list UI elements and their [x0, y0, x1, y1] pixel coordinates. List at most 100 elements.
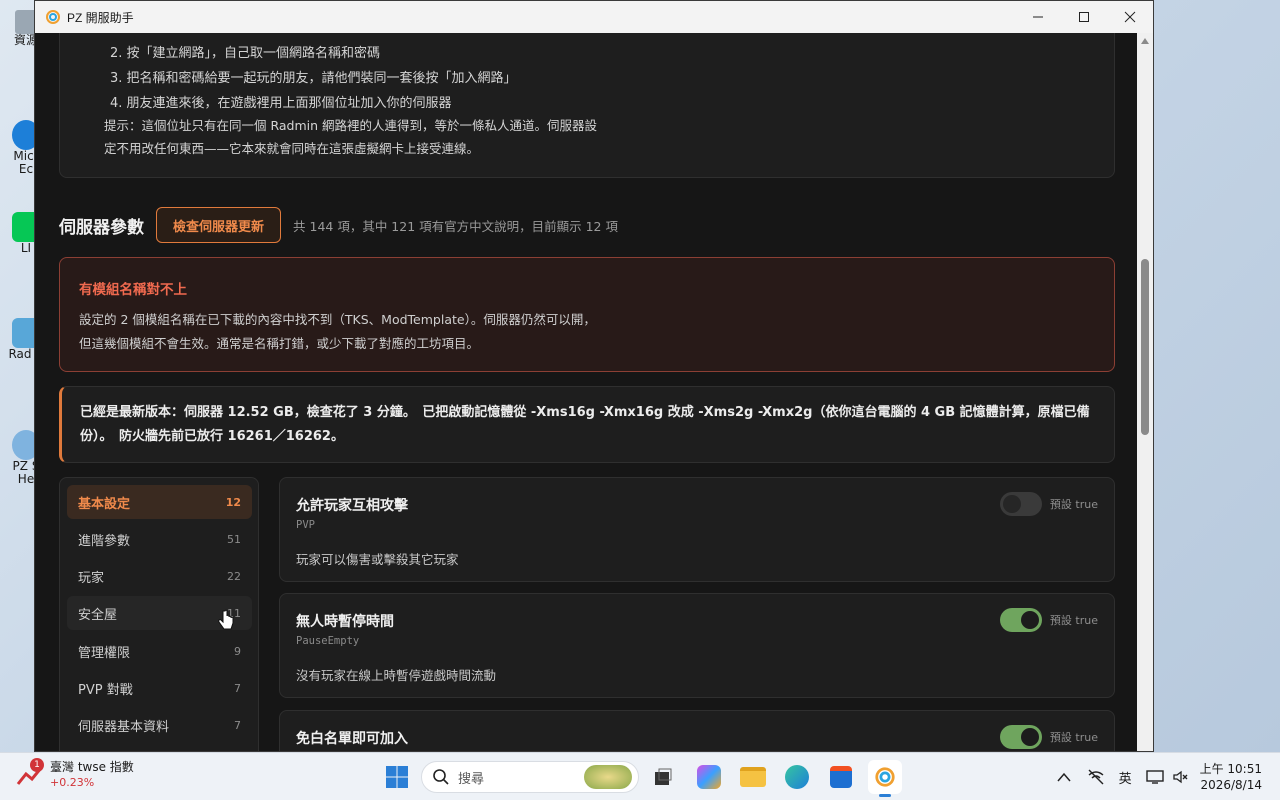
- taskbar-search[interactable]: 搜尋: [421, 761, 639, 793]
- search-highlight-icon: [584, 765, 632, 789]
- m365-icon: [697, 765, 721, 789]
- windows-logo-icon: [386, 766, 408, 788]
- widget-title: 臺灣 twse 指數: [50, 760, 134, 774]
- update-status-banner: 已經是最新版本：伺服器 12.52 GB，檢查花了 3 分鐘。 已把啟動記憶體從…: [59, 386, 1115, 463]
- display-icon[interactable]: [1145, 769, 1164, 785]
- scroll-thumb[interactable]: [1141, 259, 1149, 435]
- toggle-knob: [1021, 728, 1039, 746]
- nav-label: 安全屋: [78, 607, 118, 623]
- hand-pointer-icon: [218, 609, 234, 630]
- tip-line: 定不用改任何東西——它本來就會同時在這張虛擬網卡上接受連線。: [104, 141, 480, 156]
- minimize-button[interactable]: [1015, 1, 1061, 33]
- start-button[interactable]: [383, 763, 411, 791]
- nav-count: 12: [225, 495, 241, 509]
- clock-date: 2026/8/14: [1200, 778, 1262, 792]
- app-logo-icon: [875, 767, 895, 787]
- check-update-button[interactable]: 檢查伺服器更新: [156, 207, 282, 243]
- param-description: 玩家可以傷害或擊殺其它玩家: [296, 552, 459, 567]
- param-default: 預設 true: [1049, 498, 1098, 511]
- nav-item-pvp[interactable]: PVP 對戰 7: [67, 671, 252, 705]
- nav-label: 進階參數: [78, 533, 131, 549]
- folder-icon: [740, 767, 766, 787]
- nav-item-admin[interactable]: 管理權限 9: [67, 634, 252, 668]
- mouse-cursor: [217, 609, 235, 637]
- params-count-text: 共 144 項，其中 121 項有官方中文說明，目前顯示 12 項: [293, 218, 618, 234]
- m365-button[interactable]: [695, 763, 723, 791]
- system-tray: 英 上午 10:51 2026/8/14: [1057, 753, 1280, 800]
- volume-muted-icon[interactable]: [1172, 769, 1188, 785]
- stock-widget[interactable]: 1 臺灣 twse 指數 +0.23%: [14, 758, 134, 791]
- main-content: 2. 按「建立網路」，自己取一個網路名稱和密碼 3. 把名稱和密碼給要一起玩的朋…: [35, 33, 1139, 751]
- param-key: PVP: [296, 519, 315, 531]
- title-bar[interactable]: PZ 開服助手: [35, 1, 1153, 33]
- status-text: 已經是最新版本：伺服器 12.52 GB，檢查花了 3 分鐘。 已把啟動記憶體從…: [80, 405, 1090, 444]
- close-button[interactable]: [1107, 1, 1153, 33]
- server-params-header: 伺服器參數 檢查伺服器更新 共 144 項，其中 121 項有官方中文說明，目前…: [59, 207, 618, 243]
- ime-indicator[interactable]: 英: [1119, 768, 1132, 787]
- nav-label: PVP 對戰: [78, 682, 133, 698]
- step-item: 4. 朋友連進來後，在遊戲裡用上面那個位址加入你的伺服器: [110, 96, 452, 111]
- tip-line: 提示：這個位址只有在同一個 Radmin 網路裡的人連得到，等於一條私人通道。伺…: [104, 118, 598, 133]
- store-icon: [830, 766, 852, 788]
- app-logo-icon: [45, 9, 61, 25]
- search-icon: [433, 769, 449, 785]
- taskbar: 1 臺灣 twse 指數 +0.23% 搜尋 英 上午 10:51 2026/8…: [0, 752, 1280, 800]
- warning-body: 設定的 2 個模組名稱在已下載的內容中找不到（TKS、ModTemplate）。…: [79, 308, 596, 356]
- nav-label: 伺服器基本資料: [78, 719, 170, 735]
- window-title: PZ 開服助手: [67, 10, 134, 25]
- clock[interactable]: 上午 10:51 2026/8/14: [1200, 761, 1262, 793]
- nav-item-advanced[interactable]: 進階參數 51: [67, 522, 252, 556]
- param-title: 無人時暫停時間: [296, 614, 394, 630]
- nav-item-players[interactable]: 玩家 22: [67, 559, 252, 593]
- step-item: 2. 按「建立網路」，自己取一個網路名稱和密碼: [110, 46, 381, 61]
- param-default: 預設 true: [1049, 731, 1098, 744]
- param-key: PauseEmpty: [296, 635, 360, 647]
- pause-empty-toggle[interactable]: [1000, 608, 1042, 632]
- section-title: 伺服器參數: [59, 217, 144, 238]
- scroll-up-icon[interactable]: [1141, 38, 1149, 44]
- active-indicator: [879, 794, 891, 797]
- widget-change: +0.23%: [50, 776, 95, 789]
- task-view-button[interactable]: [649, 763, 677, 791]
- warning-line: 設定的 2 個模組名稱在已下載的內容中找不到（TKS、ModTemplate）。…: [79, 312, 596, 327]
- widget-text: 臺灣 twse 指數 +0.23%: [50, 759, 134, 791]
- app-window: PZ 開服助手 2. 按「建立網路」，自己取一個網路名稱和密碼 3. 把名稱和密…: [34, 0, 1154, 752]
- pz-helper-taskbar-button[interactable]: [868, 760, 902, 797]
- warning-title: 有模組名稱對不上: [79, 282, 187, 298]
- nav-count: 22: [227, 569, 241, 583]
- close-icon: [1124, 11, 1136, 23]
- param-card-pvp: 允許玩家互相攻擊 PVP 玩家可以傷害或擊殺其它玩家 預設 true: [279, 477, 1115, 582]
- toggle-knob: [1021, 611, 1039, 629]
- param-card-open: 免白名單即可加入 預設 true: [279, 710, 1115, 751]
- edge-button[interactable]: [783, 763, 811, 791]
- store-button[interactable]: [827, 763, 855, 791]
- warning-line: 但這幾個模組不會生效。通常是名稱打錯，或少下載了對應的工坊項目。: [79, 336, 480, 351]
- toggle-knob: [1003, 495, 1021, 513]
- nav-count: 7: [234, 681, 241, 695]
- pvp-toggle[interactable]: [1000, 492, 1042, 516]
- step-item: 3. 把名稱和密碼給要一起玩的朋友，請他們裝同一套後按「加入網路」: [110, 71, 517, 86]
- open-server-toggle[interactable]: [1000, 725, 1042, 749]
- network-offline-icon[interactable]: [1087, 769, 1105, 785]
- nav-label: 玩家: [78, 570, 105, 586]
- vertical-scrollbar[interactable]: [1137, 33, 1153, 751]
- mod-mismatch-warning: 有模組名稱對不上 設定的 2 個模組名稱在已下載的內容中找不到（TKS、ModT…: [59, 257, 1115, 372]
- maximize-icon: [1079, 12, 1089, 22]
- nav-item-server-info[interactable]: 伺服器基本資料 7: [67, 708, 252, 742]
- param-title: 免白名單即可加入: [296, 731, 408, 747]
- stock-chart-icon: 1: [14, 758, 44, 790]
- file-explorer-button[interactable]: [739, 763, 767, 791]
- nav-count: 51: [227, 532, 241, 546]
- nav-label: 管理權限: [78, 645, 131, 661]
- param-description: 沒有玩家在線上時暫停遊戲時間流動: [296, 668, 497, 683]
- param-card-pause-empty: 無人時暫停時間 PauseEmpty 沒有玩家在線上時暫停遊戲時間流動 預設 t…: [279, 593, 1115, 698]
- maximize-button[interactable]: [1061, 1, 1107, 33]
- nav-item-basic[interactable]: 基本設定 12: [67, 485, 252, 519]
- nav-count: 9: [234, 644, 241, 658]
- clock-time: 上午 10:51: [1199, 762, 1262, 776]
- edge-icon: [785, 765, 809, 789]
- param-default: 預設 true: [1049, 614, 1098, 627]
- notification-badge: 1: [30, 758, 44, 772]
- param-title: 允許玩家互相攻擊: [296, 498, 408, 514]
- chevron-up-icon[interactable]: [1057, 772, 1071, 782]
